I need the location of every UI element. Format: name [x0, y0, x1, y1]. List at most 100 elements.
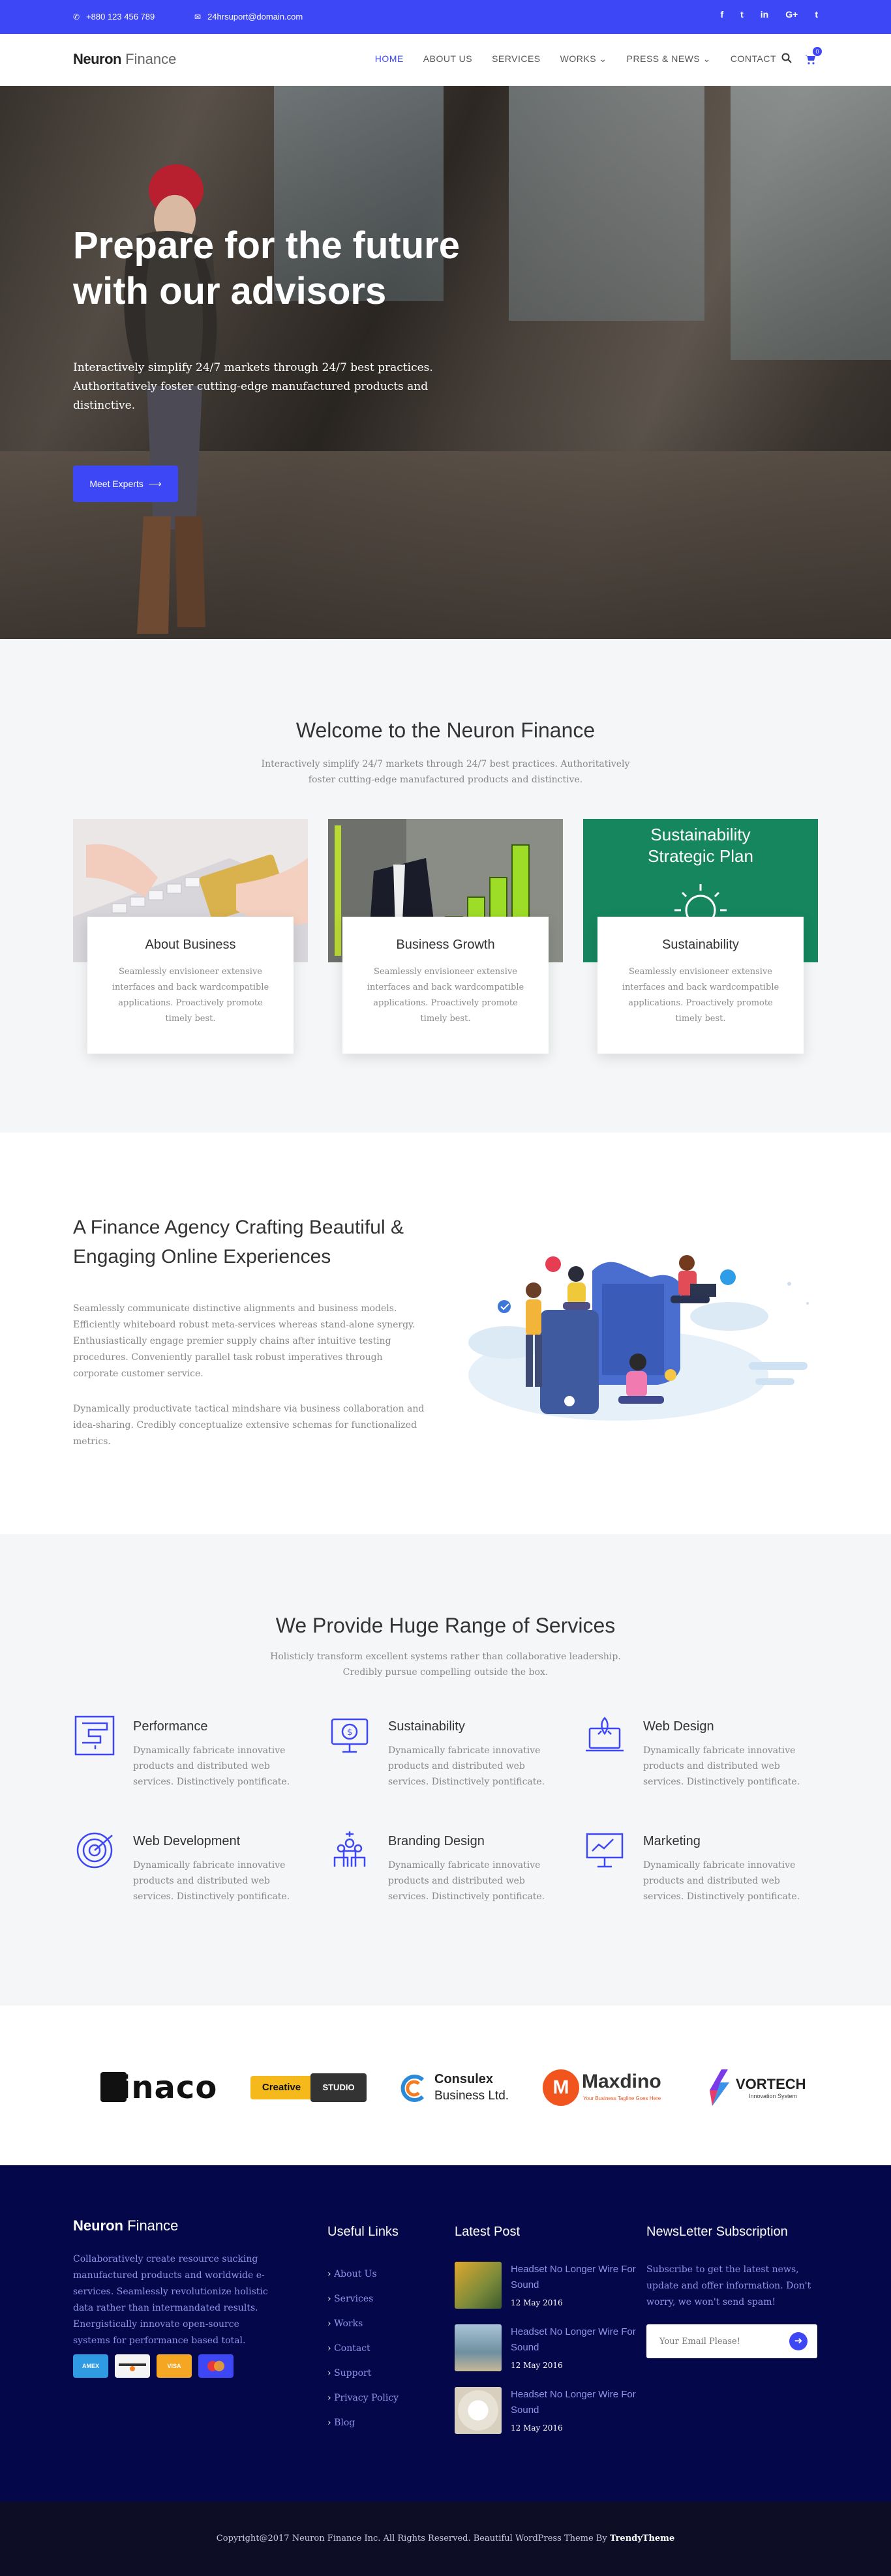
card-content: About Business Seamlessly envisioneer ex…	[87, 917, 294, 1054]
footer-link-blog[interactable]: Blog	[327, 2410, 399, 2435]
client-logo-finaco[interactable]: finaco	[100, 2064, 218, 2110]
welcome-title: Welcome to the Neuron Finance	[295, 718, 596, 742]
top-bar: ✆ +880 123 456 789 ✉ 24hrsuport@domain.com…	[0, 0, 891, 34]
service-title: Web Design	[643, 1719, 714, 1734]
copyright-text: Copyright@2017 Neuron Finance Inc. All R…	[216, 2534, 610, 2543]
client-logo-maxdino[interactable]: M Maxdino Your Business Tagline Goes Her…	[543, 2064, 673, 2110]
post-thumbnail	[455, 2324, 502, 2371]
phone-number: +880 123 456 789	[86, 12, 155, 22]
service-sustainability[interactable]: $ Sustainability Dynamically fabricate i…	[328, 1714, 569, 1812]
vortech-sub: Innovation System	[749, 2093, 798, 2099]
amex-card-icon: AMEX	[73, 2354, 108, 2378]
phone-icon: ✆	[73, 12, 80, 22]
footer-link-support[interactable]: Support	[327, 2361, 399, 2386]
meet-experts-label: Meet Experts	[89, 479, 143, 489]
service-web-development[interactable]: Web Development Dynamically fabricate in…	[73, 1829, 314, 1927]
google-plus-icon[interactable]: G+	[785, 9, 798, 20]
card-title: Business Growth	[396, 938, 495, 952]
linkedin-icon[interactable]: in	[761, 9, 768, 20]
search-icon[interactable]	[781, 53, 792, 67]
footer-link-services[interactable]: Services	[327, 2287, 399, 2311]
cart-icon[interactable]: 0	[804, 47, 822, 67]
footer-link-contact[interactable]: Contact	[327, 2336, 399, 2361]
studio-text: STUDIO	[310, 2073, 367, 2102]
service-text: Dynamically fabricate innovative product…	[643, 1860, 800, 1902]
nav-item-contact[interactable]: CONTACT	[731, 53, 776, 65]
nav-item-works-label: WORKS	[560, 53, 597, 64]
latest-post-item[interactable]: Headset No Longer Wire For Sound 12 May …	[455, 2324, 650, 2376]
newsletter-title: NewsLetter Subscription	[646, 2225, 788, 2239]
maxdino-tagline: Your Business Tagline Goes Here	[583, 2095, 661, 2101]
tumblr-icon[interactable]: t	[815, 9, 818, 20]
hero-window-right	[731, 86, 891, 360]
nav-item-home[interactable]: HOME	[375, 53, 404, 65]
post-date: 12 May 2016	[511, 2298, 563, 2307]
latest-post-item[interactable]: Headset No Longer Wire For Sound 12 May …	[455, 2387, 650, 2439]
card-content: Business Growth Seamlessly envisioneer e…	[342, 917, 549, 1054]
envelope-icon: ✉	[194, 12, 202, 22]
card-text: Seamlessly envisioneer extensive interfa…	[622, 967, 779, 1024]
client-logo-consulex[interactable]: Consulex Business Ltd.	[397, 2064, 521, 2110]
consulex-text: Consulex	[434, 2072, 494, 2086]
client-logo-creative-studio[interactable]: Creative STUDIO	[250, 2064, 368, 2110]
phone-info: ✆ +880 123 456 789	[73, 12, 155, 22]
useful-links-list: About Us Services Works Contact Support …	[327, 2262, 399, 2435]
footer-link-works[interactable]: Works	[327, 2311, 399, 2336]
service-marketing[interactable]: Marketing Dynamically fabricate innovati…	[583, 1829, 824, 1927]
social-links: f t in G+ t	[720, 9, 818, 20]
service-performance[interactable]: Performance Dynamically fabricate innova…	[73, 1714, 314, 1812]
board-line-1: Sustainability	[650, 825, 751, 844]
svg-text:$: $	[347, 1728, 352, 1738]
mastercard-icon	[198, 2354, 234, 2378]
consulex-sub: Business Ltd.	[434, 2089, 509, 2103]
facebook-icon[interactable]: f	[720, 9, 723, 20]
post-thumbnail	[455, 2262, 502, 2309]
presentation-icon	[586, 1833, 624, 1868]
agency-section: A Finance Agency Crafting Beautiful & En…	[0, 1133, 891, 1534]
nav-item-press-news[interactable]: PRESS & NEWS ⌄	[627, 53, 711, 65]
maze-icon	[74, 1715, 115, 1756]
post-title: Headset No Longer Wire For Sound	[511, 2326, 636, 2353]
site-logo[interactable]: Neuron Finance	[73, 51, 176, 68]
hero-banner: Prepare for the future with our advisors …	[0, 86, 891, 639]
service-web-design[interactable]: Web Design Dynamically fabricate innovat…	[583, 1714, 824, 1812]
service-text: Dynamically fabricate innovative product…	[388, 1860, 545, 1902]
nav-item-services[interactable]: SERVICES	[492, 53, 541, 65]
service-branding-design[interactable]: Branding Design Dynamically fabricate in…	[328, 1829, 569, 1927]
service-text: Dynamically fabricate innovative product…	[133, 1860, 290, 1902]
email-info: ✉ 24hrsuport@domain.com	[194, 12, 303, 22]
footer-logo-light: Finance	[127, 2217, 179, 2234]
arrow-right-icon: ⟶	[148, 479, 162, 489]
twitter-icon[interactable]: t	[740, 9, 744, 20]
card-sustainability[interactable]: Sustainability Strategic Plan Sustainabil…	[583, 819, 818, 1080]
target-icon	[76, 1832, 113, 1869]
service-title: Branding Design	[388, 1834, 485, 1848]
meet-experts-button[interactable]: Meet Experts ⟶	[73, 466, 178, 502]
arrow-right-icon: ➜	[794, 2335, 803, 2347]
board-line-2: Strategic Plan	[648, 846, 753, 866]
footer-logo[interactable]: Neuron Finance	[73, 2217, 178, 2234]
footer-link-privacy[interactable]: Privacy Policy	[327, 2386, 399, 2410]
card-title: Sustainability	[662, 938, 739, 952]
team-icon	[333, 1831, 366, 1867]
copyright-brand-link[interactable]: TrendyTheme	[610, 2534, 674, 2543]
card-about-business[interactable]: About Business Seamlessly envisioneer ex…	[73, 819, 308, 1080]
client-logo-vortech[interactable]: VORTECH Innovation System	[706, 2064, 817, 2110]
post-date: 12 May 2016	[511, 2423, 563, 2433]
social-like-illustration	[468, 1255, 809, 1421]
newsletter-submit-button[interactable]: ➜	[789, 2332, 808, 2350]
email-address: 24hrsuport@domain.com	[207, 12, 303, 22]
nav-item-press-label: PRESS & NEWS	[626, 53, 701, 64]
nav-item-about[interactable]: ABOUT US	[423, 53, 472, 65]
finaco-text: finaco	[106, 2069, 218, 2106]
rocket-laptop-icon	[586, 1717, 624, 1752]
service-title: Web Development	[133, 1834, 241, 1848]
latest-post-item[interactable]: Headset No Longer Wire For Sound 12 May …	[455, 2262, 650, 2314]
card-text: Seamlessly envisioneer extensive interfa…	[112, 967, 269, 1024]
services-title: We Provide Huge Range of Services	[275, 1614, 616, 1637]
card-business-growth[interactable]: Business Growth Seamlessly envisioneer e…	[328, 819, 563, 1080]
footer-link-about[interactable]: About Us	[327, 2262, 399, 2287]
logo-light-text: Finance	[125, 51, 177, 67]
nav-item-works[interactable]: WORKS ⌄	[560, 53, 607, 65]
hero-text: Interactively simplify 24/7 markets thro…	[73, 361, 433, 412]
